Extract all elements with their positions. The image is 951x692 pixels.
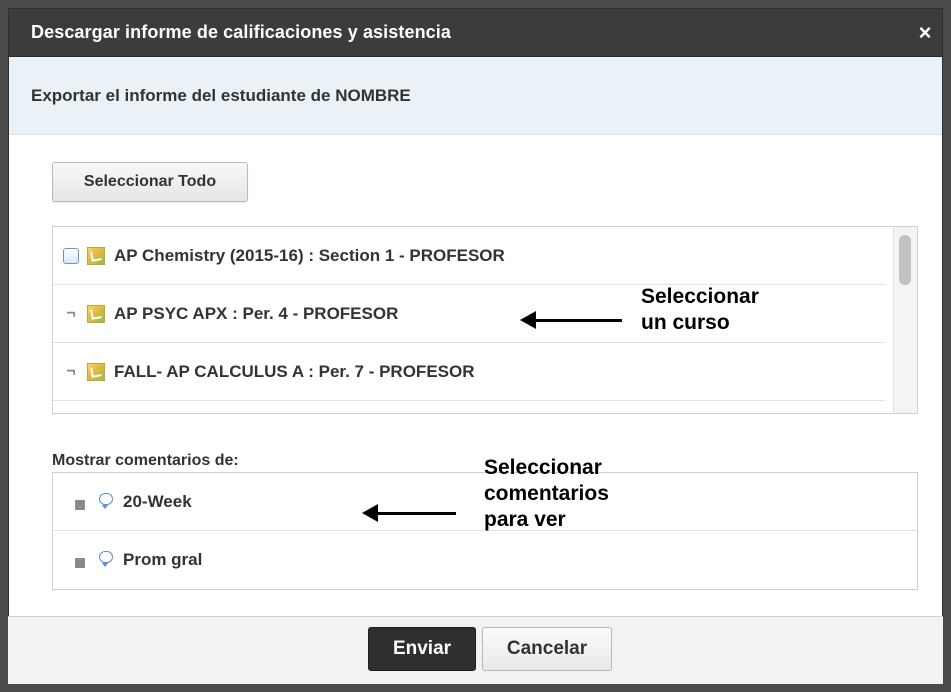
comment-label: Prom gral xyxy=(123,550,203,569)
close-icon[interactable]: × xyxy=(908,9,942,57)
checkbox-dash-icon[interactable]: ¬ xyxy=(63,363,79,381)
course-row-partial xyxy=(53,401,885,413)
course-hint-arrow xyxy=(532,319,622,322)
course-icon xyxy=(87,304,105,323)
course-hint: Seleccionar un curso xyxy=(641,284,759,336)
subtitle-text: Exportar el informe del estudiante de xyxy=(31,85,331,105)
course-label: AP Chemistry (2015-16) : Section 1 - PRO… xyxy=(114,245,505,265)
course-icon xyxy=(87,246,105,265)
comments-label: Mostrar comentarios de: xyxy=(52,452,239,469)
course-row[interactable]: AP Chemistry (2015-16) : Section 1 - PRO… xyxy=(53,227,885,285)
comments-hint-line: Seleccionar xyxy=(484,456,602,479)
dialog-titlebar: Descargar informe de calificaciones y as… xyxy=(9,9,942,57)
course-label: AP PSYC APX : Per. 4 - PROFESOR xyxy=(114,303,399,323)
comment-bubble-icon xyxy=(99,551,113,567)
dialog-footer: Enviar Cancelar xyxy=(8,616,943,684)
dialog-subtitle: Exportar el informe del estudiante de NO… xyxy=(9,57,942,135)
comments-hint: Seleccionar comentarios para ver xyxy=(484,455,609,533)
course-hint-line: Seleccionar xyxy=(641,285,759,308)
course-row[interactable]: ¬ FALL- AP CALCULUS A : Per. 7 - PROFESO… xyxy=(53,343,885,401)
comments-hint-arrow xyxy=(374,512,456,515)
scroll-thumb[interactable] xyxy=(899,235,911,285)
course-hint-line: un curso xyxy=(641,311,730,334)
course-label: FALL- AP CALCULUS A : Per. 7 - PROFESOR xyxy=(114,361,475,381)
comment-label: 20-Week xyxy=(123,491,192,511)
submit-button[interactable]: Enviar xyxy=(368,627,476,671)
comments-hint-line: comentarios xyxy=(484,482,609,505)
comments-hint-line: para ver xyxy=(484,508,566,531)
student-name: NOMBRE xyxy=(335,85,411,105)
course-row[interactable]: ¬ AP PSYC APX : Per. 4 - PROFESOR xyxy=(53,285,885,343)
checkbox-dash-icon[interactable]: ¬ xyxy=(63,305,79,323)
checkbox-icon[interactable] xyxy=(75,558,85,568)
checkbox-icon[interactable] xyxy=(63,247,79,264)
course-list: AP Chemistry (2015-16) : Section 1 - PRO… xyxy=(52,226,918,414)
checkbox-icon[interactable] xyxy=(75,499,85,510)
select-all-button[interactable]: Seleccionar Todo xyxy=(52,162,248,202)
dialog-title: Descargar informe de calificaciones y as… xyxy=(31,22,452,42)
course-icon xyxy=(87,362,105,381)
comment-row[interactable]: Prom gral xyxy=(53,531,917,589)
course-list-scrollbar[interactable] xyxy=(893,227,917,413)
cancel-button[interactable]: Cancelar xyxy=(482,627,612,671)
comment-bubble-icon xyxy=(99,492,113,509)
